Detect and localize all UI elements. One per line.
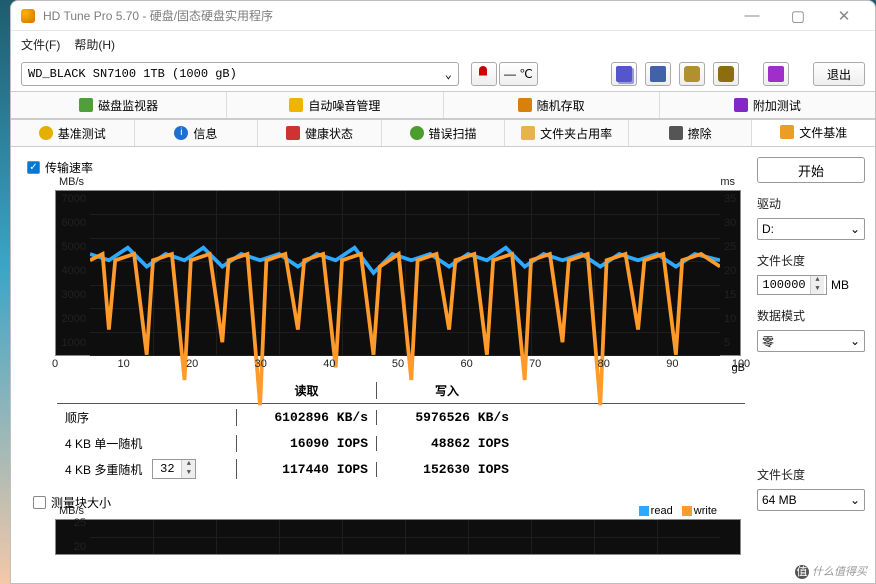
info-icon: i <box>174 126 188 140</box>
file-length2-select[interactable]: 64 MB⌄ <box>757 489 865 511</box>
download-icon <box>768 66 784 82</box>
chevron-down-icon: ⌄ <box>445 67 452 82</box>
checkbox-icon <box>33 496 46 509</box>
checkbox-icon: ✓ <box>27 161 40 174</box>
speaker-icon <box>289 98 303 112</box>
menu-file[interactable]: 文件(F) <box>21 36 60 53</box>
queue-depth-spinner[interactable]: ▲▼ <box>152 459 196 479</box>
data-mode-label: 数据模式 <box>757 307 865 324</box>
tab-benchmark[interactable]: 基准测试 <box>11 120 135 146</box>
menu-help[interactable]: 帮助(H) <box>74 36 115 53</box>
drive-letter-select[interactable]: D:⌄ <box>757 218 865 240</box>
save-icon <box>650 66 666 82</box>
transfer-rate-checkbox[interactable]: ✓ 传输速率 <box>27 159 749 176</box>
tab-aam[interactable]: 自动噪音管理 <box>227 92 443 118</box>
toolbar: WD_BLACK SN7100 1TB (1000 gB) ⌄ — ℃ 退出 <box>11 57 875 91</box>
download-button[interactable] <box>763 62 789 86</box>
tab-random-access[interactable]: 随机存取 <box>444 92 660 118</box>
col-write: 写入 <box>377 382 517 399</box>
window-close-button[interactable]: ✕ <box>821 1 867 31</box>
tab-health[interactable]: 健康状态 <box>258 120 382 146</box>
camera-icon <box>718 66 734 82</box>
side-panel: 开始 驱动 D:⌄ 文件长度 ▲▼ MB 数据模式 零⌄ 文件长度 64 MB⌄ <box>757 155 865 583</box>
chart1-x-unit: gB <box>732 362 745 374</box>
magnify-icon <box>410 126 424 140</box>
chevron-down-icon: ⌄ <box>850 334 860 348</box>
temperature-value: — ℃ <box>499 62 538 86</box>
chevron-down-icon: ⌄ <box>850 493 860 507</box>
file-length2-label: 文件长度 <box>757 466 865 483</box>
legend: read write <box>633 505 717 519</box>
drive-label: 驱动 <box>757 195 865 212</box>
copy-button[interactable] <box>611 62 637 86</box>
file-length-spinner[interactable]: ▲▼ <box>757 275 827 295</box>
table-row: 顺序 6102896 KB/s 5976526 KB/s <box>57 404 745 430</box>
content-area: ✓ 传输速率 MB/s ms 7000600050004000300020001… <box>11 147 875 583</box>
window-maximize-button[interactable]: ▢ <box>775 1 821 31</box>
table-row: 4 KB 单一随机 16090 IOPS 48862 IOPS <box>57 430 745 456</box>
main-window: HD Tune Pro 5.70 - 硬盘/固态硬盘实用程序 — ▢ ✕ 文件(… <box>10 0 876 584</box>
tab-row-bottom: 基准测试 i信息 健康状态 错误扫描 文件夹占用率 擦除 文件基准 <box>11 119 875 147</box>
window-title: HD Tune Pro 5.70 - 硬盘/固态硬盘实用程序 <box>43 7 729 24</box>
chevron-down-icon: ⌄ <box>850 222 860 236</box>
tab-folder-usage[interactable]: 文件夹占用率 <box>505 120 629 146</box>
legend-read-swatch <box>639 506 649 516</box>
thermometer-icon <box>471 62 497 86</box>
tab-erase[interactable]: 擦除 <box>629 120 753 146</box>
app-icon <box>21 9 35 23</box>
tab-extra-tests[interactable]: 附加测试 <box>660 92 875 118</box>
copy-icon <box>616 66 632 82</box>
table-row: 4 KB 多重随机 ▲▼ 117440 IOPS 152630 IOPS <box>57 456 745 482</box>
chart2-y-unit: MB/s <box>59 505 84 517</box>
drive-select-value: WD_BLACK SN7100 1TB (1000 gB) <box>28 67 237 81</box>
trash-icon <box>669 126 683 140</box>
bulb-icon <box>39 126 53 140</box>
save-button[interactable] <box>645 62 671 86</box>
screenshot-button[interactable] <box>679 62 705 86</box>
exit-button[interactable]: 退出 <box>813 62 865 86</box>
camera-icon <box>684 66 700 82</box>
window-minimize-button[interactable]: — <box>729 1 775 31</box>
tab-row-top: 磁盘监视器 自动噪音管理 随机存取 附加测试 <box>11 91 875 119</box>
health-icon <box>286 126 300 140</box>
monitor-icon <box>79 98 93 112</box>
data-mode-select[interactable]: 零⌄ <box>757 330 865 352</box>
drive-select[interactable]: WD_BLACK SN7100 1TB (1000 gB) ⌄ <box>21 62 459 86</box>
folder-icon <box>521 126 535 140</box>
random-icon <box>518 98 532 112</box>
file-icon <box>780 125 794 139</box>
tab-file-benchmark[interactable]: 文件基准 <box>752 120 875 146</box>
file-length-label: 文件长度 <box>757 252 865 269</box>
col-read: 读取 <box>237 382 377 399</box>
titlebar[interactable]: HD Tune Pro 5.70 - 硬盘/固态硬盘实用程序 — ▢ ✕ <box>11 1 875 31</box>
block-size-chart: 25 20 <box>55 519 741 555</box>
left-column: ✓ 传输速率 MB/s ms 7000600050004000300020001… <box>21 155 749 583</box>
extra-icon <box>734 98 748 112</box>
temperature-display: — ℃ <box>471 62 538 86</box>
legend-write-swatch <box>682 506 692 516</box>
results-table: 读取 写入 顺序 6102896 KB/s 5976526 KB/s 4 KB … <box>57 378 745 482</box>
tab-disk-monitor[interactable]: 磁盘监视器 <box>11 92 227 118</box>
start-button[interactable]: 开始 <box>757 157 865 183</box>
menubar: 文件(F) 帮助(H) <box>11 31 875 57</box>
tab-info[interactable]: i信息 <box>135 120 259 146</box>
screenshot2-button[interactable] <box>713 62 739 86</box>
transfer-rate-chart: 7000600050004000300020001000 35302520151… <box>55 190 741 356</box>
tab-error-scan[interactable]: 错误扫描 <box>382 120 506 146</box>
